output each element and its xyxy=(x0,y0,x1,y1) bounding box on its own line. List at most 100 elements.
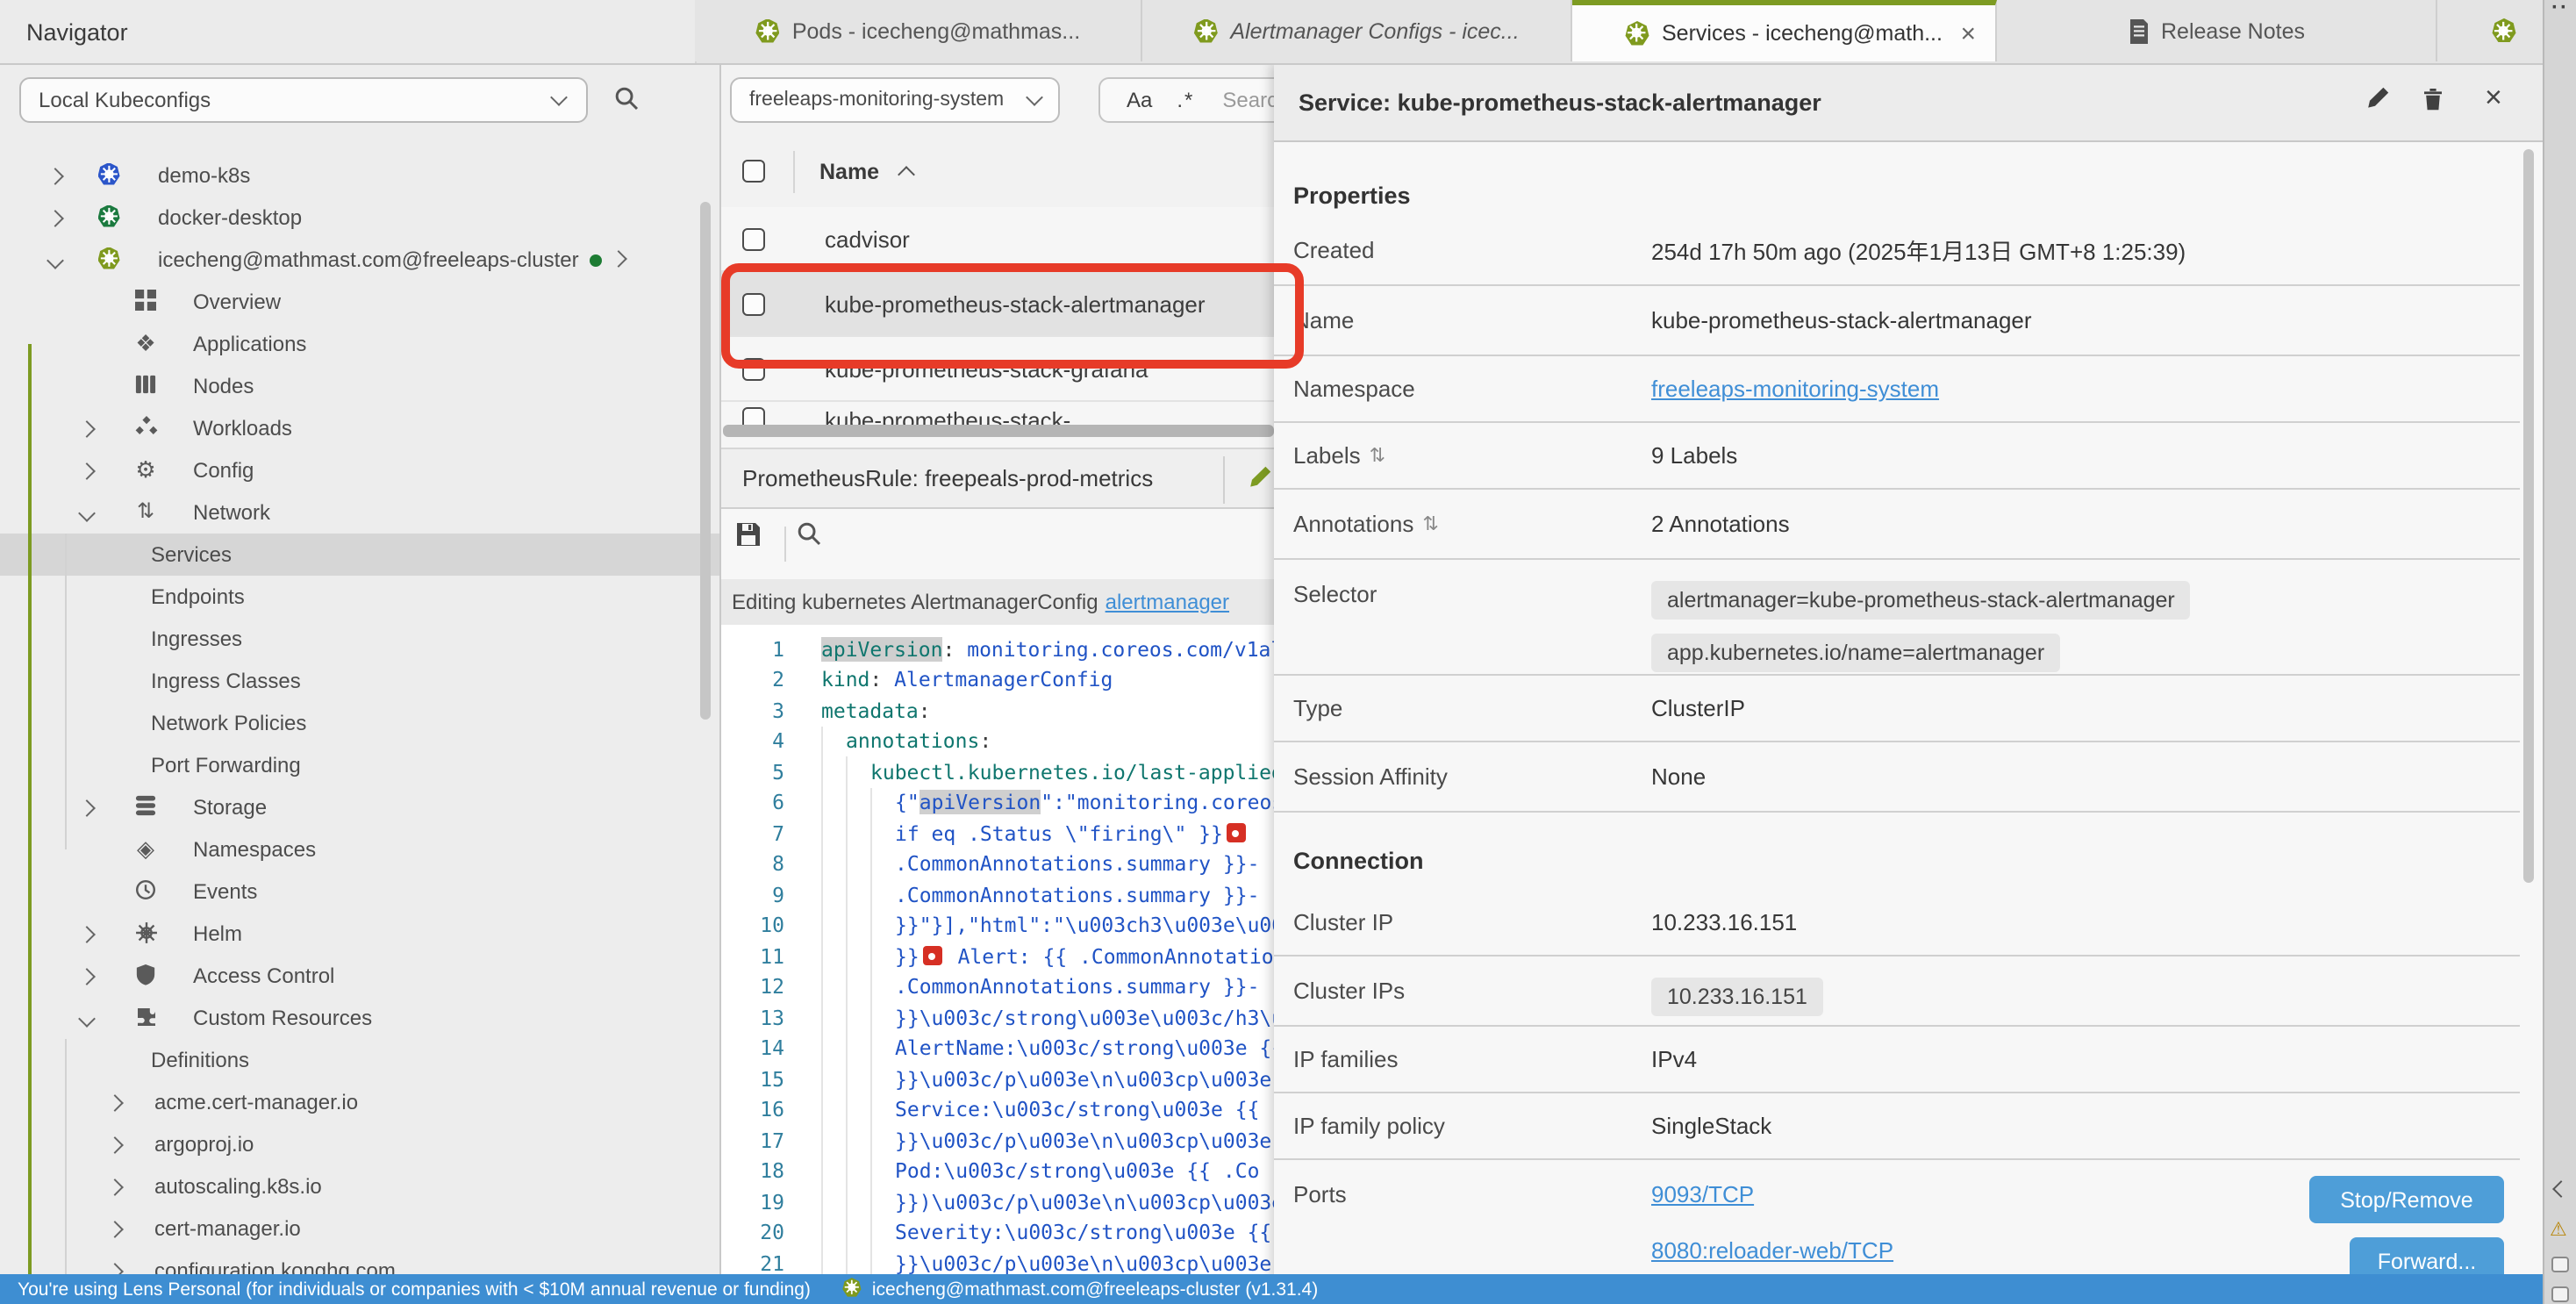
sidebar-item-custom-resources[interactable]: Custom Resources xyxy=(0,997,719,1039)
chevron-right-icon[interactable] xyxy=(47,210,64,227)
sidebar-item-network[interactable]: ⇅Network xyxy=(0,491,719,534)
search-icon[interactable] xyxy=(797,521,821,546)
chevron-right-icon[interactable] xyxy=(78,968,96,985)
chevron-right-icon[interactable] xyxy=(106,1094,124,1112)
line-number: 3 xyxy=(719,699,784,723)
sidebar-item-cert-manager-io[interactable]: cert-manager.io xyxy=(0,1207,719,1250)
sidebar-item-demo-k8s[interactable]: demo-k8s xyxy=(0,154,719,197)
chevron-right-icon[interactable] xyxy=(78,926,96,943)
chevron-right-icon[interactable] xyxy=(47,168,64,185)
sort-toggle-icon[interactable]: ⇅ xyxy=(1422,512,1438,535)
breadcrumb-resource-link[interactable]: alertmanager xyxy=(1106,590,1229,614)
events-icon xyxy=(133,878,158,902)
sidebar-item-label: Config xyxy=(193,458,254,483)
row-checkbox[interactable] xyxy=(742,357,765,380)
stop-remove-button[interactable]: Stop/Remove xyxy=(2309,1176,2504,1223)
chevron-right-icon[interactable] xyxy=(106,1179,124,1196)
k8s-icon xyxy=(2492,18,2516,43)
chevron-right-icon[interactable] xyxy=(78,462,96,480)
sidebar-item-docker-desktop[interactable]: docker-desktop xyxy=(0,197,719,239)
k8s-icon xyxy=(1193,18,1218,43)
chevron-down-icon[interactable] xyxy=(78,505,96,522)
sidebar-item-storage[interactable]: Storage xyxy=(0,786,719,828)
line-number: 12 xyxy=(719,975,784,999)
sidebar-item-endpoints[interactable]: Endpoints xyxy=(0,576,719,618)
chevron-right-icon[interactable] xyxy=(610,249,627,267)
sidebar-item-autoscaling-k8s-io[interactable]: autoscaling.k8s.io xyxy=(0,1165,719,1207)
sidebar-scrollbar[interactable] xyxy=(700,202,711,720)
sort-toggle-icon[interactable]: ⇅ xyxy=(1370,444,1385,467)
property-value: ClusterIP xyxy=(1651,695,1745,721)
k8s-icon[interactable] xyxy=(2492,18,2516,49)
sidebar-item-definitions[interactable]: Definitions xyxy=(0,1039,719,1081)
namespace-select[interactable]: freeleaps-monitoring-system xyxy=(730,77,1060,123)
sidebar-item-namespaces[interactable]: ◈Namespaces xyxy=(0,828,719,871)
drawer-scrollbar[interactable] xyxy=(2523,149,2534,883)
sidebar-item-helm[interactable]: Helm xyxy=(0,913,719,955)
tab-alertmanager-configs-icec[interactable]: Alertmanager Configs - icec... xyxy=(1142,0,1572,61)
sidebar-item-config[interactable]: ⚙Config xyxy=(0,449,719,491)
sidebar-item-label: Namespaces xyxy=(193,837,316,862)
property-value: kube-prometheus-stack-alertmanager xyxy=(1651,307,2032,333)
edit-pencil-icon[interactable] xyxy=(1248,465,1272,490)
sidebar-item-workloads[interactable]: Workloads xyxy=(0,407,719,449)
line-number: 4 xyxy=(719,729,784,754)
active-cluster-status[interactable]: icecheng@mathmast.com@freeleaps-cluster … xyxy=(872,1279,1318,1300)
sidebar-item-ingresses[interactable]: Ingresses xyxy=(0,618,719,660)
edit-pencil-icon[interactable] xyxy=(2365,86,2390,111)
row-checkbox[interactable] xyxy=(742,292,765,315)
sidebar-item-ingress-classes[interactable]: Ingress Classes xyxy=(0,660,719,702)
trash-icon[interactable] xyxy=(2422,86,2444,112)
save-icon[interactable] xyxy=(735,521,762,548)
chevron-right-icon[interactable] xyxy=(106,1136,124,1154)
chevron-left-icon[interactable] xyxy=(2552,1180,2570,1198)
service-name: kube-prometheus-stack-alertmanager xyxy=(825,290,1206,317)
column-header-name[interactable]: Name xyxy=(819,159,879,183)
window-edge-strip: ·· ⚠ xyxy=(2543,0,2576,1304)
sidebar-item-events[interactable]: Events xyxy=(0,871,719,913)
sidebar-item-port-forwarding[interactable]: Port Forwarding xyxy=(0,744,719,786)
property-value: alertmanager=kube-prometheus-stack-alert… xyxy=(1651,581,2191,686)
navigator-sidebar: Local Kubeconfigs demo-k8sdocker-desktop… xyxy=(0,63,721,1304)
sidebar-item-overview[interactable]: Overview xyxy=(0,281,719,323)
row-checkbox[interactable] xyxy=(742,227,765,250)
sidebar-item-services[interactable]: Services xyxy=(0,534,719,576)
close-icon[interactable]: × xyxy=(2485,81,2502,116)
sidebar-item-label: docker-desktop xyxy=(158,205,302,230)
tab-services-icecheng-math[interactable]: Services - icecheng@math...× xyxy=(1572,0,1997,61)
port-link[interactable]: 9093/TCP xyxy=(1651,1181,1893,1207)
sidebar-item-label: Access Control xyxy=(193,964,334,988)
namespace-link[interactable]: freeleaps-monitoring-system xyxy=(1651,376,1939,402)
widget-box-icon[interactable] xyxy=(2551,1286,2569,1302)
property-label: Selector xyxy=(1293,581,1377,607)
row-checkbox[interactable] xyxy=(742,407,765,425)
tab-pods-icecheng-mathmas[interactable]: Pods - icecheng@mathmas... xyxy=(695,0,1142,61)
regex-toggle[interactable]: .* xyxy=(1177,88,1194,112)
warning-icon[interactable]: ⚠ xyxy=(2550,1218,2567,1241)
match-case-toggle[interactable]: Aa xyxy=(1127,88,1152,112)
chevron-right-icon[interactable] xyxy=(106,1221,124,1238)
property-label: Ports xyxy=(1293,1181,1347,1207)
sidebar-item-network-policies[interactable]: Network Policies xyxy=(0,702,719,744)
sidebar-item-argoproj-io[interactable]: argoproj.io xyxy=(0,1123,719,1165)
chevron-down-icon[interactable] xyxy=(78,1010,96,1028)
storage-icon xyxy=(133,793,158,818)
sidebar-item-access-control[interactable]: Access Control xyxy=(0,955,719,997)
select-all-checkbox[interactable] xyxy=(742,160,765,183)
close-icon[interactable]: × xyxy=(1960,20,1976,47)
property-row-ip-family-policy: IP family policySingleStack xyxy=(1274,1093,2520,1160)
line-number: 13 xyxy=(719,1006,784,1030)
chevron-down-icon[interactable] xyxy=(47,252,64,269)
chevron-right-icon[interactable] xyxy=(78,799,96,817)
sidebar-item-acme-cert-manager-io[interactable]: acme.cert-manager.io xyxy=(0,1081,719,1123)
navigator-panel-tab[interactable]: Navigator xyxy=(0,0,697,63)
sidebar-item-icecheng-mathmast-com-freeleaps-cluster[interactable]: icecheng@mathmast.com@freeleaps-cluster xyxy=(0,239,719,281)
chevron-right-icon[interactable] xyxy=(78,420,96,438)
widget-box-icon[interactable] xyxy=(2551,1257,2569,1272)
port-link[interactable]: 8080:reloader-web/TCP xyxy=(1651,1237,1893,1264)
sidebar-item-nodes[interactable]: Nodes xyxy=(0,365,719,407)
horizontal-scrollbar[interactable] xyxy=(723,425,1274,437)
sidebar-item-applications[interactable]: ❖Applications xyxy=(0,323,719,365)
indent-guide xyxy=(65,1039,67,1304)
tab-release-notes[interactable]: Release Notes xyxy=(1997,0,2437,61)
